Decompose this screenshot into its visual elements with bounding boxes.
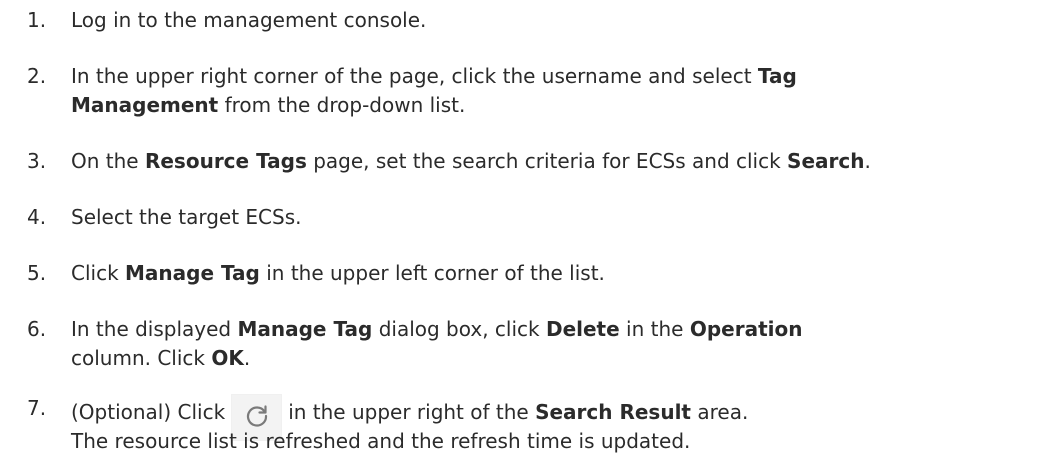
- step-number: 2.: [27, 64, 47, 88]
- step-number: 5.: [27, 261, 47, 285]
- step-number: 6.: [27, 317, 47, 341]
- step-text: On the Resource Tags page, set the searc…: [71, 149, 871, 173]
- step-text: In the upper right corner of the page, c…: [71, 64, 797, 117]
- step-text: In the displayed Manage Tag dialog box, …: [71, 317, 803, 370]
- step-number: 1.: [27, 8, 47, 32]
- procedure-document: 1. Log in to the management console. 2. …: [0, 0, 1063, 462]
- step-7-note: The resource list is refreshed and the r…: [71, 429, 691, 453]
- step-text: Select the target ECSs.: [71, 205, 302, 229]
- step-number: 4.: [27, 205, 47, 229]
- step-number: 3.: [27, 149, 47, 173]
- step-number: 7.: [27, 396, 47, 420]
- step-text: Log in to the management console.: [71, 8, 427, 32]
- step-text: Click Manage Tag in the upper left corne…: [71, 261, 605, 285]
